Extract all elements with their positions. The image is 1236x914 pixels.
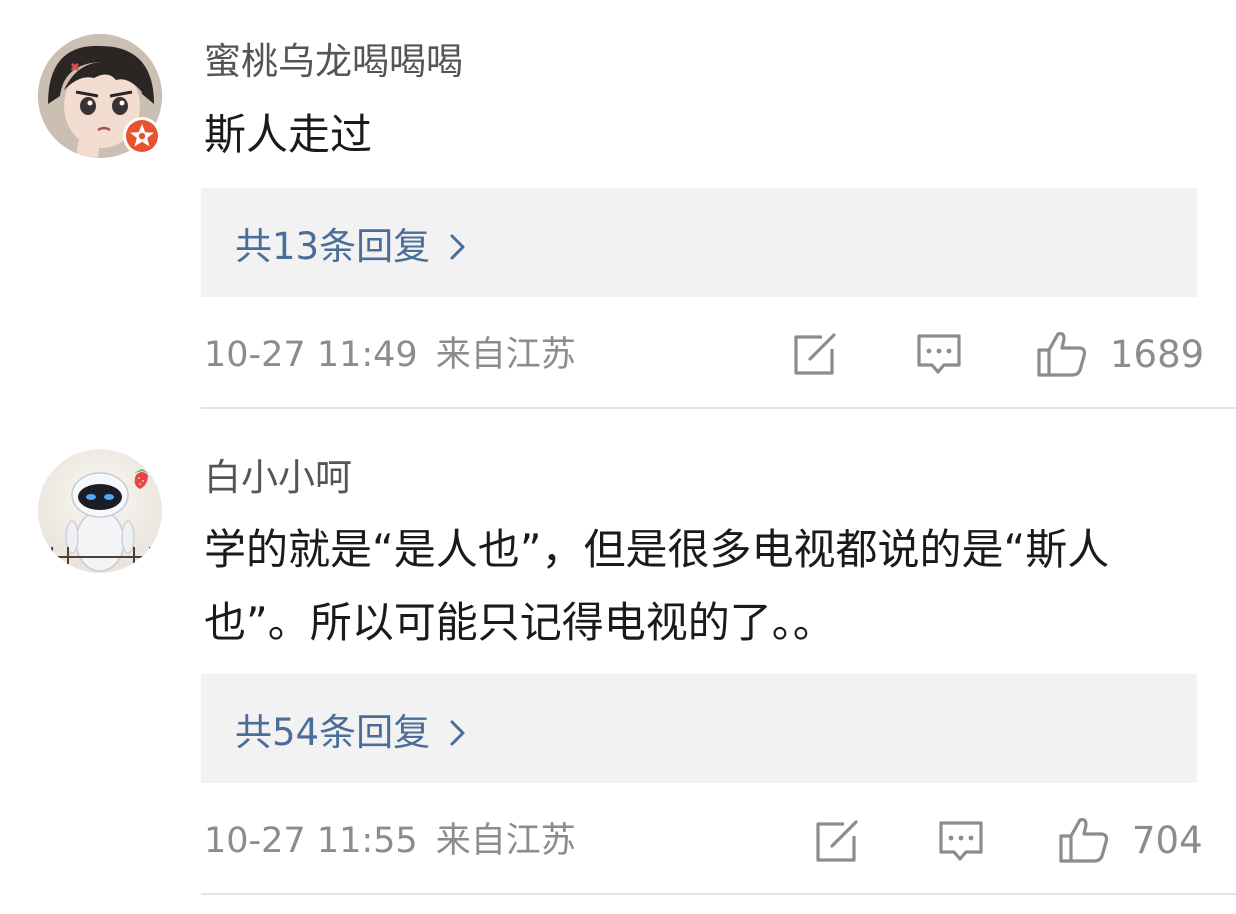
comment-bubble-icon [917,334,961,374]
reply-summary-box[interactable]: 共13条回复 [201,188,1197,297]
username[interactable]: 白小小呵 [204,459,352,496]
like-button[interactable]: 1689 [1036,330,1204,378]
star-badge-icon [122,116,162,156]
user-avatar[interactable] [38,34,162,158]
like-button[interactable]: 704 [1058,816,1203,864]
comment-location: 来自江苏 [435,335,576,375]
view-replies-link[interactable]: 共13条回复 [235,188,468,297]
comment-meta: 10-27 11:55 来自江苏 [204,824,576,859]
share-edit-icon [816,820,858,862]
comment-location: 来自江苏 [435,821,576,861]
reply-count-label: 共13条回复 [235,224,431,268]
comment-text: 学的就是“是人也”，但是很多电视都说的是“斯人也”。所以可能只记得电视的了。。 [204,525,1110,647]
like-count: 704 [1132,818,1203,862]
comment-bubble-icon [939,821,983,861]
robot-eve-avatar-icon [38,449,162,573]
view-replies-link[interactable]: 共54条回复 [235,674,468,783]
username[interactable]: 蜜桃乌龙喝喝喝 [204,43,463,80]
share-edit-icon [794,333,836,375]
reply-summary-box[interactable]: 共54条回复 [201,674,1197,783]
reply-button[interactable] [916,333,962,377]
comment-meta: 10-27 11:49 来自江苏 [204,338,576,373]
chevron-right-icon [448,228,468,259]
thumbs-up-icon [1059,817,1109,863]
chevron-right-icon [448,714,468,745]
comment-divider [201,407,1236,409]
repost-button[interactable] [814,820,860,864]
repost-button[interactable] [792,333,838,377]
thumbs-up-icon [1037,331,1087,377]
reply-count-label: 共54条回复 [235,710,431,754]
comment-text: 斯人走过 [204,110,373,159]
like-count: 1689 [1110,332,1205,376]
comment-time: 10-27 11:55 [204,821,418,861]
user-avatar[interactable] [38,449,162,573]
comment-time: 10-27 11:49 [204,335,418,375]
reply-button[interactable] [938,820,984,864]
comment-divider [201,893,1236,895]
